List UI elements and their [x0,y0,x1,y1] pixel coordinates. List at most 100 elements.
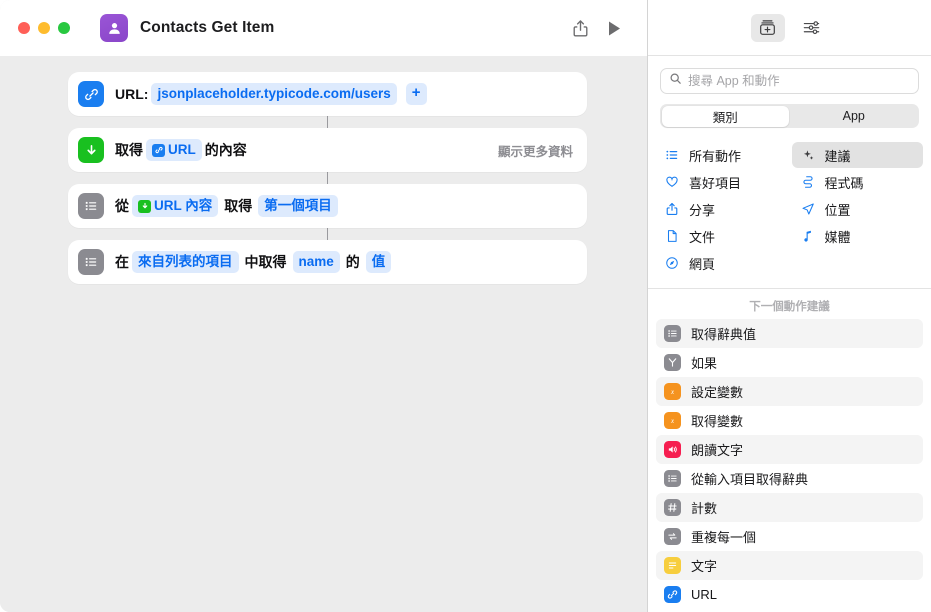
document-icon [664,228,680,244]
list-icon [78,193,104,219]
zoom-button[interactable] [58,22,70,34]
category-all-actions[interactable]: 所有動作 [656,142,788,168]
list-item-label: URL [691,587,718,602]
list-item[interactable]: x 設定變數 [656,377,923,406]
branch-icon [664,354,681,371]
action4-prefix: 在 [115,254,129,270]
category-label: 喜好項目 [689,175,742,191]
url-field-label: URL: [115,86,149,102]
dictionary-key-token[interactable]: name [292,250,340,274]
category-scripting[interactable]: 程式碼 [792,169,924,195]
close-button[interactable] [18,22,30,34]
play-icon[interactable] [597,13,631,43]
list-item[interactable]: 從輸入項目取得辭典 [656,464,923,493]
contacts-icon [100,14,128,42]
add-url-button[interactable]: + [405,83,427,105]
list-item-label: 取得變數 [691,414,744,429]
action2-suffix: 的內容 [204,142,247,158]
category-media[interactable]: 媒體 [792,223,924,249]
action-library-sidebar: 類別 App 所有動作 [648,0,931,612]
category-sharing[interactable]: 分享 [656,196,788,222]
heart-icon [664,174,680,190]
link-icon [152,143,165,157]
category-label: 網頁 [689,256,716,272]
category-suggestions[interactable]: 建議 [791,142,923,168]
list-item-label: 重複每一個 [691,530,757,545]
search-container [648,56,931,94]
variable-icon: x [664,412,681,429]
action-connector [327,228,328,240]
speaker-icon [664,441,681,458]
traffic-lights [18,22,70,34]
search-input[interactable] [688,74,910,88]
safari-compass-icon [664,255,680,271]
svg-text:x: x [670,389,674,396]
workflow-canvas: URL: jsonplaceholder.typicode.com/users … [0,56,647,612]
show-more-data-button[interactable]: 顯示更多資料 [488,141,573,160]
action-row-get-contents-of-url[interactable]: 取得 URL 的內容 顯示更多資料 [68,128,587,172]
variable-token-label: URL [168,141,196,157]
action3-prefix: 從 [115,198,129,214]
category-label: 位置 [824,202,851,218]
list-item-label: 從輸入項目取得辭典 [691,472,809,487]
suggestions-list: 取得辭典值 如果 x 設定變數 x 取得變數 朗讀文字 從輸入項目取得辭典 計數… [648,319,931,612]
category-web[interactable]: 網頁 [656,250,788,276]
list-item[interactable]: 計數 [656,493,923,522]
category-location[interactable]: 位置 [792,196,924,222]
item-selector-token[interactable]: 第一個項目 [258,194,338,218]
shortcuts-window: Contacts Get Item URL: jsonplaceholder.t… [0,0,931,612]
share-icon [664,201,680,217]
list-item[interactable]: 文字 [656,551,923,580]
list-item[interactable]: x 取得變數 [656,406,923,435]
list-item[interactable]: URL [656,580,923,609]
music-note-icon [800,228,816,244]
list-icon [664,325,681,342]
action4-mid: 中取得 [244,254,287,270]
action-row-get-dictionary-value[interactable]: 在 來自列表的項目 中取得 name 的 值 [68,240,587,284]
variable-token-url[interactable]: URL [146,138,202,162]
minimize-button[interactable] [38,22,50,34]
action3-mid: 取得 [224,198,253,214]
library-mode-segmented-control[interactable]: 類別 App [660,104,919,128]
value-type-token[interactable]: 值 [365,250,392,274]
action2-prefix: 取得 [115,142,143,158]
search-field[interactable] [660,68,919,94]
tab-apps[interactable]: App [790,106,918,127]
sliders-icon[interactable] [795,14,829,42]
download-arrow-icon [78,137,104,163]
download-arrow-icon [138,199,151,213]
list-icon [664,470,681,487]
list-bullets-icon [664,147,680,163]
category-favorites[interactable]: 喜好項目 [656,169,788,195]
action-row-url[interactable]: URL: jsonplaceholder.typicode.com/users … [68,72,587,116]
list-item-label: 如果 [691,356,718,371]
list-item[interactable]: 朗讀文字 [656,435,923,464]
list-item[interactable]: 取得辭典值 [656,319,923,348]
url-value[interactable]: jsonplaceholder.typicode.com/users [151,82,397,106]
list-item[interactable]: 重複每一個 [656,522,923,551]
titlebar: Contacts Get Item [0,0,647,56]
category-label: 分享 [689,202,716,218]
category-documents[interactable]: 文件 [656,223,788,249]
action-library-icon[interactable] [750,13,785,42]
category-label: 建議 [824,148,851,164]
sparkles-icon [800,147,816,163]
action4-mid2: 的 [345,254,360,270]
list-item[interactable]: 如果 [656,348,923,377]
page-title: Contacts Get Item [140,19,275,36]
action-row-get-item-from-list[interactable]: 從 URL 內容 取得 第一個項目 [68,184,587,228]
code-ribbon-icon [800,174,816,190]
share-icon[interactable] [563,13,597,43]
variable-token-url-contents[interactable]: URL 內容 [132,194,219,218]
suggestions-header: 下一個動作建議 [749,301,830,313]
variable-token-item-from-list[interactable]: 來自列表的項目 [132,250,239,274]
text-lines-icon [664,557,681,574]
search-icon [669,72,682,90]
category-label: 文件 [689,229,716,245]
list-item-label: 朗讀文字 [691,443,744,458]
tab-categories[interactable]: 類別 [661,105,789,127]
hash-icon [664,499,681,516]
location-arrow-icon [800,201,816,217]
sidebar-toolbar [648,0,931,56]
list-item-label: 設定變數 [691,385,744,400]
